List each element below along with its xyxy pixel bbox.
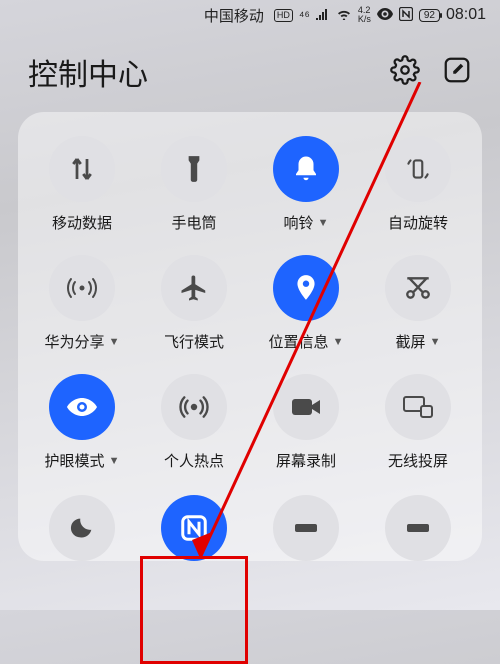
hotspot-icon <box>161 374 227 440</box>
eye-icon <box>49 374 115 440</box>
tile-label: 无线投屏 <box>388 450 448 471</box>
tile-label: 手电筒 <box>171 212 216 233</box>
share-icon <box>49 255 115 321</box>
airplane-icon <box>161 255 227 321</box>
tile-label: 截屏 <box>396 331 426 352</box>
edit-button[interactable] <box>442 55 472 90</box>
tile-grid: 移动数据 手电筒 响铃 ▼ 自动旋转 华为分享 ▼ <box>26 136 474 561</box>
tile-extra-1[interactable] <box>250 493 362 561</box>
net-speed: 4.2K/s <box>358 6 371 24</box>
moon-icon <box>49 495 115 561</box>
tile-label: 自动旋转 <box>388 212 448 233</box>
page-title: 控制中心 <box>28 50 148 94</box>
signal-icon <box>316 8 330 23</box>
tile-label: 移动数据 <box>52 212 112 233</box>
scissors-icon <box>385 255 451 321</box>
cast-icon <box>385 374 451 440</box>
control-panel: 移动数据 手电筒 响铃 ▼ 自动旋转 华为分享 ▼ <box>18 112 482 561</box>
settings-button[interactable] <box>390 55 420 90</box>
nfc-tile-icon <box>161 495 227 561</box>
tile-nfc[interactable] <box>138 493 250 561</box>
tile-flashlight[interactable]: 手电筒 <box>138 136 250 233</box>
camera-icon <box>273 374 339 440</box>
tile-label: 飞行模式 <box>164 331 224 352</box>
clock: 08:01 <box>446 6 486 24</box>
tile-label: 位置信息 <box>269 331 329 352</box>
generic-icon <box>385 495 451 561</box>
annotation-box <box>140 556 248 664</box>
battery-indicator: 92 <box>419 9 440 22</box>
tile-extra-2[interactable] <box>362 493 474 561</box>
tile-mobile-data[interactable]: 移动数据 <box>26 136 138 233</box>
tile-auto-rotate[interactable]: 自动旋转 <box>362 136 474 233</box>
chevron-down-icon: ▼ <box>430 336 441 348</box>
tile-label: 护眼模式 <box>45 450 105 471</box>
tile-eye-comfort[interactable]: 护眼模式 ▼ <box>26 374 138 471</box>
nfc-icon <box>399 7 413 24</box>
eye-icon <box>377 8 393 23</box>
wifi-icon <box>336 8 352 23</box>
rotate-icon <box>385 136 451 202</box>
signal-tag: ⁴⁶ <box>299 8 310 23</box>
tile-wireless-cast[interactable]: 无线投屏 <box>362 374 474 471</box>
chevron-down-icon: ▼ <box>109 455 120 467</box>
chevron-down-icon: ▼ <box>333 336 344 348</box>
tile-screen-record[interactable]: 屏幕录制 <box>250 374 362 471</box>
tile-label: 响铃 <box>284 212 314 233</box>
flashlight-icon <box>161 136 227 202</box>
tile-huawei-share[interactable]: 华为分享 ▼ <box>26 255 138 352</box>
tile-label: 屏幕录制 <box>276 450 336 471</box>
tile-label: 华为分享 <box>45 331 105 352</box>
hd-badge: HD <box>274 9 293 22</box>
mobile-data-icon <box>49 136 115 202</box>
location-icon <box>273 255 339 321</box>
tile-screenshot[interactable]: 截屏 ▼ <box>362 255 474 352</box>
carrier-label: 中国移动 <box>204 5 264 26</box>
chevron-down-icon: ▼ <box>318 217 329 229</box>
tile-ringer[interactable]: 响铃 ▼ <box>250 136 362 233</box>
tile-location[interactable]: 位置信息 ▼ <box>250 255 362 352</box>
panel-header: 控制中心 <box>0 30 500 112</box>
chevron-down-icon: ▼ <box>109 336 120 348</box>
tile-hotspot[interactable]: 个人热点 <box>138 374 250 471</box>
tile-label: 个人热点 <box>164 450 224 471</box>
tile-airplane[interactable]: 飞行模式 <box>138 255 250 352</box>
status-bar: 中国移动 HD ⁴⁶ 4.2K/s 92 08:01 <box>0 0 500 30</box>
generic-icon <box>273 495 339 561</box>
tile-dark-mode[interactable] <box>26 493 138 561</box>
bell-icon <box>273 136 339 202</box>
